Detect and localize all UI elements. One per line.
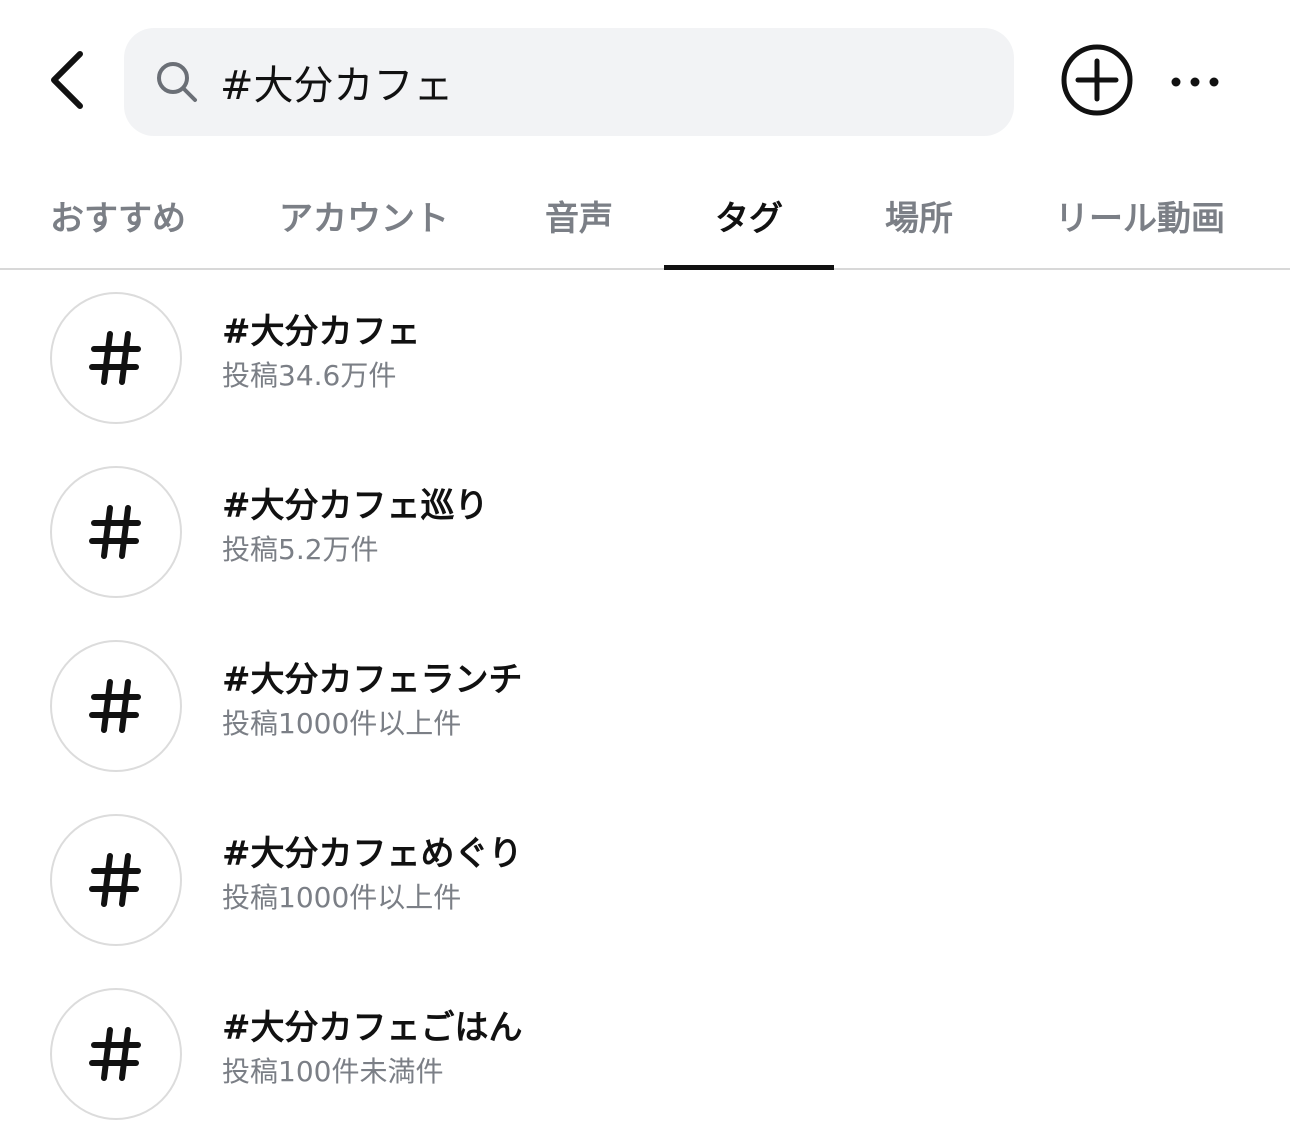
list-item[interactable]: #大分カフェごはん 投稿100件未満件 xyxy=(0,968,1290,1142)
hashtag-icon xyxy=(50,466,182,598)
more-horizontal-icon xyxy=(1170,73,1220,92)
create-button[interactable] xyxy=(1060,43,1134,121)
hashtag-icon xyxy=(50,814,182,946)
plus-circle-icon xyxy=(1060,43,1134,121)
hashtag-name: #大分カフェごはん xyxy=(222,1008,523,1048)
tab-tags[interactable]: タグ xyxy=(664,160,834,270)
hashtag-name: #大分カフェ巡り xyxy=(222,486,489,526)
hashtag-icon xyxy=(50,640,182,772)
tab-reels[interactable]: リール動画 xyxy=(1040,160,1240,270)
list-item-text: #大分カフェ 投稿34.6万件 xyxy=(222,310,421,396)
post-count: 投稿100件未満件 xyxy=(222,1055,444,1088)
back-button[interactable] xyxy=(34,40,98,124)
hashtag-icon xyxy=(50,988,182,1120)
tab-recommended[interactable]: おすすめ xyxy=(30,160,206,270)
chevron-left-icon xyxy=(46,48,86,116)
list-item[interactable]: #大分カフェランチ 投稿1000件以上件 xyxy=(0,620,1290,794)
search-tabs: おすすめ アカウント 音声 タグ 場所 リール動画 xyxy=(0,160,1290,270)
hashtag-name: #大分カフェランチ xyxy=(222,660,523,700)
list-item[interactable]: #大分カフェ巡り 投稿5.2万件 xyxy=(0,446,1290,620)
list-item[interactable]: #大分カフェめぐり 投稿1000件以上件 xyxy=(0,794,1290,968)
search-input[interactable] xyxy=(220,59,940,105)
search-icon xyxy=(154,59,200,105)
post-count: 投稿5.2万件 xyxy=(222,533,379,566)
tab-audio[interactable]: 音声 xyxy=(520,160,638,270)
list-item[interactable]: #大分カフェ 投稿34.6万件 xyxy=(0,272,1290,446)
list-item-text: #大分カフェランチ 投稿1000件以上件 xyxy=(222,658,523,744)
more-options-button[interactable] xyxy=(1162,60,1228,104)
post-count: 投稿34.6万件 xyxy=(222,359,397,392)
list-item-text: #大分カフェ巡り 投稿5.2万件 xyxy=(222,484,489,570)
tab-accounts[interactable]: アカウント xyxy=(262,160,466,270)
tab-places[interactable]: 場所 xyxy=(860,160,978,270)
post-count: 投稿1000件以上件 xyxy=(222,707,462,740)
active-tab-indicator xyxy=(664,265,834,270)
hashtag-name: #大分カフェ xyxy=(222,312,421,352)
hashtag-icon xyxy=(50,292,182,424)
list-item-text: #大分カフェごはん 投稿100件未満件 xyxy=(222,1006,523,1092)
hashtag-name: #大分カフェめぐり xyxy=(222,834,523,874)
search-bar[interactable] xyxy=(124,28,1014,136)
top-bar xyxy=(0,0,1290,160)
post-count: 投稿1000件以上件 xyxy=(222,881,462,914)
list-item-text: #大分カフェめぐり 投稿1000件以上件 xyxy=(222,832,523,918)
